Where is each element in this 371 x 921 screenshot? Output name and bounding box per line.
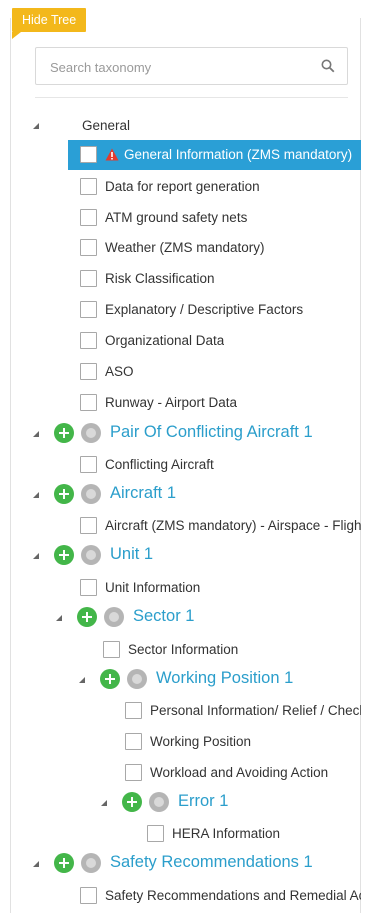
remove-icon[interactable] xyxy=(81,545,101,565)
expanded-caret-icon[interactable] xyxy=(32,552,40,560)
tree-item-organizational[interactable]: Organizational Data xyxy=(0,325,371,355)
tree-label: General xyxy=(82,118,131,133)
remove-icon[interactable] xyxy=(81,484,101,504)
checkbox[interactable] xyxy=(80,394,97,411)
checkbox[interactable] xyxy=(125,702,142,719)
checkbox[interactable] xyxy=(103,641,120,658)
tree-item-safety-recommendations[interactable]: Safety Recommendations and Remedial Acti… xyxy=(0,880,371,910)
tree-label: Aircraft 1 xyxy=(110,484,177,502)
checkbox[interactable] xyxy=(125,764,142,781)
checkbox[interactable] xyxy=(80,332,97,349)
tree-item-workload[interactable]: Workload and Avoiding Action xyxy=(0,757,371,787)
tree-item-personal-information[interactable]: Personal Information/ Relief / Check xyxy=(0,695,371,725)
tree-label: ASO xyxy=(105,364,134,379)
tree-label: Personal Information/ Relief / Check xyxy=(150,703,361,718)
remove-icon[interactable] xyxy=(127,669,147,689)
tree-label: Data for report generation xyxy=(105,179,260,194)
tree-item-unit-information[interactable]: Unit Information xyxy=(0,572,371,602)
tree-label: Risk Classification xyxy=(105,271,215,286)
tree-item-hera-information[interactable]: HERA Information xyxy=(0,818,371,848)
tree-item-conflicting-aircraft[interactable]: Conflicting Aircraft xyxy=(0,449,371,479)
checkbox[interactable] xyxy=(80,146,97,163)
add-icon[interactable] xyxy=(122,792,142,812)
tree-item-general-information[interactable]: General Information (ZMS mandatory) xyxy=(68,140,361,170)
tree-item-weather[interactable]: Weather (ZMS mandatory) xyxy=(0,232,371,262)
tree-item-runway[interactable]: Runway - Airport Data xyxy=(0,387,371,417)
tree-label: Organizational Data xyxy=(105,333,225,348)
search-icon[interactable] xyxy=(321,59,335,73)
tree-node-unit[interactable]: Unit 1 xyxy=(0,540,371,570)
expanded-caret-icon[interactable] xyxy=(32,122,40,130)
add-icon[interactable] xyxy=(100,669,120,689)
tree-label: Working Position xyxy=(150,734,252,749)
expanded-caret-icon[interactable] xyxy=(55,614,63,622)
checkbox[interactable] xyxy=(80,456,97,473)
tree-node-error[interactable]: Error 1 xyxy=(0,787,371,817)
search-box xyxy=(35,47,348,85)
tree-item-atm-safety-nets[interactable]: ATM ground safety nets xyxy=(0,202,371,232)
divider xyxy=(35,97,348,98)
tree-label: Safety Recommendations 1 xyxy=(110,853,313,871)
tree-label: Unit 1 xyxy=(110,545,154,563)
tree-node-aircraft[interactable]: Aircraft 1 xyxy=(0,479,371,509)
tree-label: Error 1 xyxy=(178,792,229,810)
tree-label: Conflicting Aircraft xyxy=(105,457,214,472)
checkbox[interactable] xyxy=(80,209,97,226)
checkbox[interactable] xyxy=(80,301,97,318)
tree-node-working-position[interactable]: Working Position 1 xyxy=(0,664,371,694)
tree-label: Safety Recommendations and Remedial Acti… xyxy=(105,888,361,903)
expanded-caret-icon[interactable] xyxy=(32,430,40,438)
tree-node-sector[interactable]: Sector 1 xyxy=(0,602,371,632)
remove-icon[interactable] xyxy=(81,423,101,443)
tree-label: Pair Of Conflicting Aircraft 1 xyxy=(110,423,313,441)
add-icon[interactable] xyxy=(54,853,74,873)
checkbox[interactable] xyxy=(80,579,97,596)
tree-label: General Information (ZMS mandatory) xyxy=(124,147,353,162)
tree-label: Runway - Airport Data xyxy=(105,395,238,410)
add-icon[interactable] xyxy=(54,484,74,504)
expanded-caret-icon[interactable] xyxy=(100,799,108,807)
tree-label: ATM ground safety nets xyxy=(105,210,248,225)
search-input[interactable] xyxy=(48,56,312,78)
add-icon[interactable] xyxy=(77,607,97,627)
tree-label: Weather (ZMS mandatory) xyxy=(105,240,265,255)
remove-icon[interactable] xyxy=(104,607,124,627)
tree-label: Explanatory / Descriptive Factors xyxy=(105,302,304,317)
checkbox[interactable] xyxy=(147,825,164,842)
tree-label: Workload and Avoiding Action xyxy=(150,765,329,780)
checkbox[interactable] xyxy=(80,270,97,287)
expanded-caret-icon[interactable] xyxy=(32,491,40,499)
tree-label: Sector Information xyxy=(128,642,239,657)
add-icon[interactable] xyxy=(54,423,74,443)
tree-label: HERA Information xyxy=(172,826,281,841)
checkbox[interactable] xyxy=(80,887,97,904)
hide-tree-button[interactable]: Hide Tree xyxy=(12,8,87,39)
tree-label: Sector 1 xyxy=(133,607,195,625)
tree-node-pair-conflicting[interactable]: Pair Of Conflicting Aircraft 1 xyxy=(0,418,371,448)
checkbox[interactable] xyxy=(80,239,97,256)
tree-label: Aircraft (ZMS mandatory) - Airspace - Fl… xyxy=(105,518,361,533)
checkbox[interactable] xyxy=(80,178,97,195)
tree-item-aircraft-zms[interactable]: Aircraft (ZMS mandatory) - Airspace - Fl… xyxy=(0,510,371,540)
tree-item-explanatory[interactable]: Explanatory / Descriptive Factors xyxy=(0,294,371,324)
remove-icon[interactable] xyxy=(81,853,101,873)
expanded-caret-icon[interactable] xyxy=(32,860,40,868)
tree-node-safety-recommendations[interactable]: Safety Recommendations 1 xyxy=(0,848,371,878)
tree-item-data-report[interactable]: Data for report generation xyxy=(0,171,371,201)
tree-item-sector-information[interactable]: Sector Information xyxy=(0,634,371,664)
tree-node-general[interactable]: General xyxy=(0,111,371,141)
checkbox[interactable] xyxy=(80,517,97,534)
tree-item-aso[interactable]: ASO xyxy=(0,356,371,386)
tree-label: Unit Information xyxy=(105,580,201,595)
tree-item-working-position[interactable]: Working Position xyxy=(0,726,371,756)
checkbox[interactable] xyxy=(125,733,142,750)
expanded-caret-icon[interactable] xyxy=(78,676,86,684)
add-icon[interactable] xyxy=(54,545,74,565)
checkbox[interactable] xyxy=(80,363,97,380)
warning-icon xyxy=(105,148,119,161)
tree-label: Working Position 1 xyxy=(156,669,294,687)
remove-icon[interactable] xyxy=(149,792,169,812)
tree-item-risk-classification[interactable]: Risk Classification xyxy=(0,263,371,293)
